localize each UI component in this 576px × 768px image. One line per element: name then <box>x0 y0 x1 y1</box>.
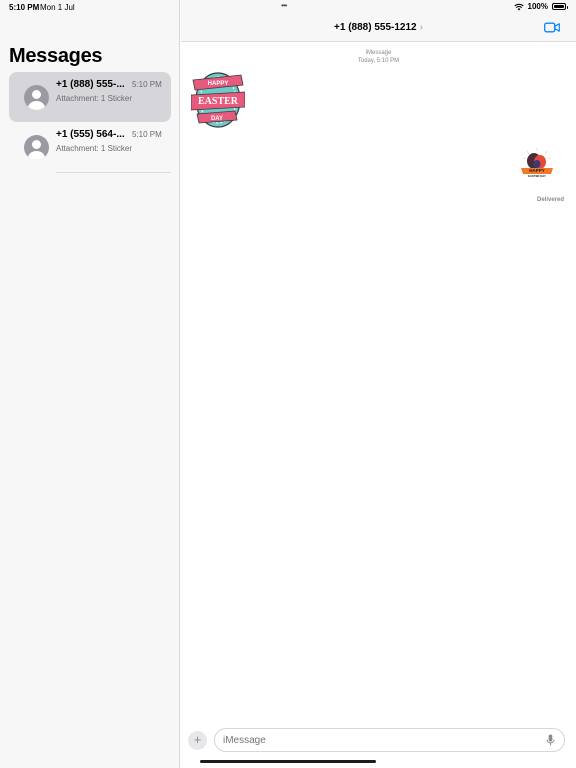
sidebar: Messages +1 (888) 555-... 5:10 PM Attach… <box>0 0 180 768</box>
multitasking-dots-icon[interactable]: ••• <box>281 1 287 10</box>
easter-bunny-sticker-icon[interactable]: HAPPY EASTER DAY <box>519 146 555 180</box>
conversation-time: 5:10 PM <box>132 80 162 89</box>
sticker-text: EASTER DAY <box>528 174 546 178</box>
sidebar-title: Messages <box>9 45 103 67</box>
sticker-text: HAPPY <box>529 168 545 173</box>
conversation-item[interactable]: +1 (555) 564-... 5:10 PM Attachment: 1 S… <box>9 122 171 172</box>
conversation-name: +1 (888) 555-... <box>56 79 125 90</box>
chevron-right-icon: › <box>419 22 423 33</box>
sticker-text: HAPPY <box>208 81 229 87</box>
contact-name: +1 (888) 555-1212 <box>334 22 417 33</box>
avatar-icon <box>24 85 49 110</box>
easter-egg-sticker-icon[interactable]: HAPPY EASTER DAY <box>191 70 245 128</box>
status-date: Mon 1 Jul <box>40 3 75 12</box>
conversation-time: 5:10 PM <box>132 130 162 139</box>
battery-icon <box>552 3 568 10</box>
thread-timestamp: iMessage Today, 5:10 PM <box>181 49 576 65</box>
delivery-status: Delivered <box>536 197 564 203</box>
plus-icon[interactable]: + <box>188 731 207 750</box>
status-bar: 5:10 PM Mon 1 Jul ••• 100% <box>0 0 576 14</box>
battery-fill <box>554 5 564 8</box>
wifi-icon <box>513 3 524 10</box>
list-divider <box>56 172 171 173</box>
message-input[interactable] <box>214 728 565 752</box>
status-time: 5:10 PM <box>9 3 40 12</box>
battery-percent: 100% <box>527 2 548 11</box>
microphone-icon[interactable] <box>546 734 555 746</box>
avatar-icon <box>24 135 49 160</box>
conversation-preview: Attachment: 1 Sticker <box>56 94 133 103</box>
video-camera-icon[interactable] <box>544 22 560 33</box>
contact-title[interactable]: +1 (888) 555-1212 › <box>181 22 576 33</box>
conversation-item[interactable]: +1 (888) 555-... 5:10 PM Attachment: 1 S… <box>9 72 171 122</box>
sticker-text: EASTER <box>198 96 239 107</box>
conversation-preview: Attachment: 1 Sticker <box>56 144 133 153</box>
service-label: iMessage <box>365 50 392 56</box>
home-indicator[interactable] <box>200 760 376 763</box>
status-right: 100% <box>513 2 568 11</box>
sticker-text: DAY <box>211 116 223 122</box>
timestamp-label: Today, 5:10 PM <box>357 58 400 64</box>
conversation-name: +1 (555) 564-... <box>56 129 125 140</box>
